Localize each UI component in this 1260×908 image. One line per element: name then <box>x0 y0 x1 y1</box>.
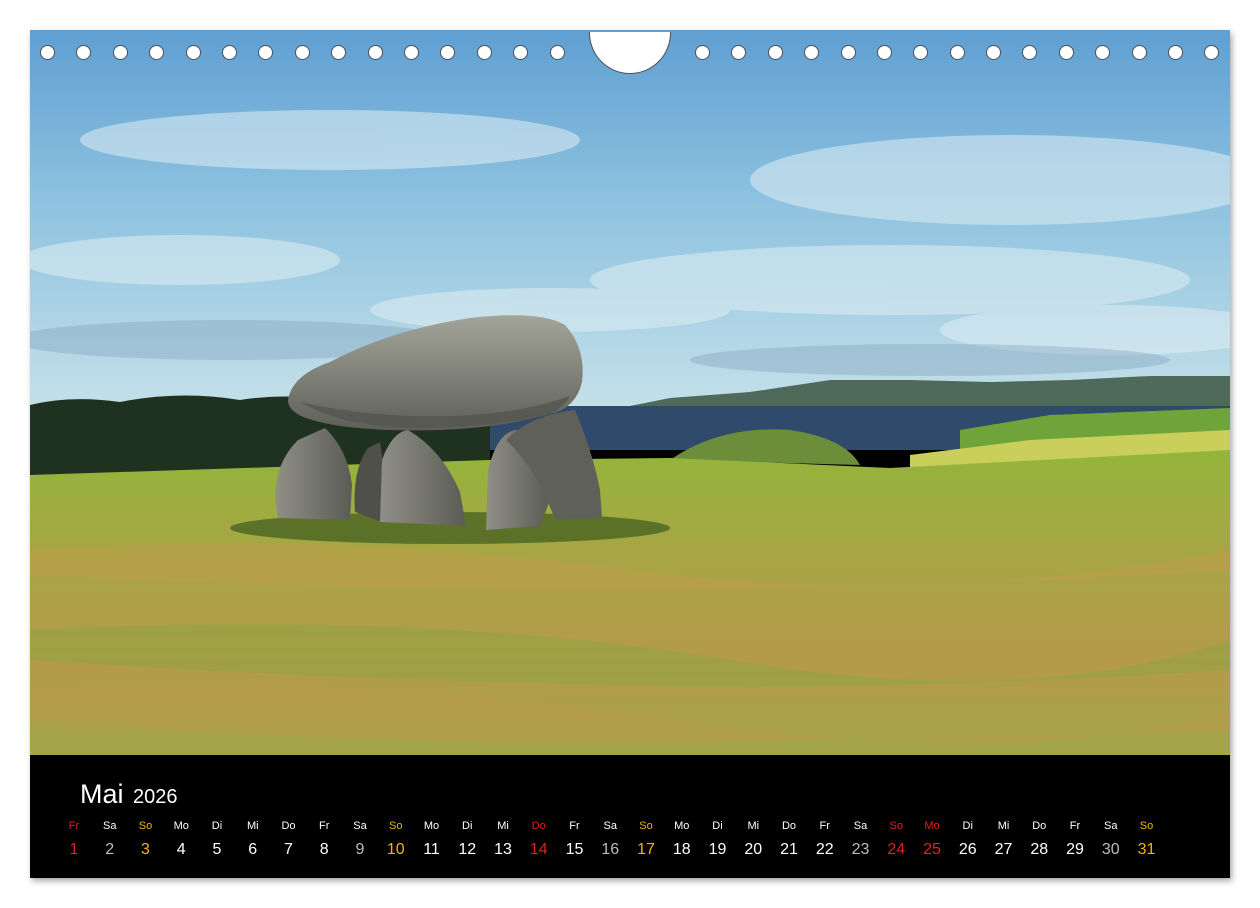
day-number: 1 <box>69 841 79 858</box>
day-number: 17 <box>637 841 655 858</box>
day-number: 12 <box>458 841 477 858</box>
weekday-abbr: Fr <box>319 820 330 832</box>
weekday-abbr: Fr <box>819 820 830 832</box>
day-number: 24 <box>887 841 906 858</box>
weekday-abbr: So <box>389 820 403 832</box>
day-number: 8 <box>319 841 329 858</box>
weekday-abbr: Do <box>1032 820 1047 832</box>
weekday-abbr: Do <box>531 820 546 832</box>
weekday-abbr: So <box>138 820 153 832</box>
weekday-abbr: Sa <box>853 820 868 832</box>
day-number: 30 <box>1101 841 1120 858</box>
day-number: 7 <box>284 841 293 858</box>
weekday-abbr: Do <box>781 820 797 832</box>
day-number: 14 <box>529 841 548 858</box>
weekday-abbr: Fr <box>1069 820 1081 832</box>
weekday-abbr: Sa <box>353 820 367 832</box>
weekday-abbr: So <box>1139 820 1154 832</box>
day-number: 22 <box>815 841 834 858</box>
day-number: 27 <box>994 841 1013 858</box>
day-number: 5 <box>212 841 222 858</box>
landscape-photo <box>30 30 1230 755</box>
weekday-abbr: Sa <box>103 820 117 832</box>
day-number: 28 <box>1030 841 1049 858</box>
day-number: 19 <box>708 841 727 858</box>
calendar-page: Mai 2026 Fr 1 Sa 2 So 3 Mo 4 Di 5 Mi 6 Do 7 Fr 8 Sa 9 So 10… <box>30 30 1230 878</box>
day-number: 4 <box>176 841 186 858</box>
weekday-abbr: Mi <box>997 820 1010 832</box>
weekday-abbr: Di <box>462 820 473 832</box>
day-number: 18 <box>672 841 691 858</box>
day-number: 11 <box>423 841 440 858</box>
calendar-strip: Mai 2026 Fr 1 Sa 2 So 3 Mo 4 Di 5 Mi 6 Do 7 Fr 8 Sa 9 So 10… <box>30 755 1230 878</box>
day-number: 16 <box>601 841 620 858</box>
weekday-abbr: Fr <box>569 820 580 832</box>
day-number: 23 <box>851 841 870 858</box>
weekday-abbr: So <box>889 820 903 832</box>
day-number: 9 <box>355 841 365 858</box>
day-number: 29 <box>1066 841 1084 858</box>
weekday-abbr: Sa <box>603 820 617 832</box>
weekday-abbr: Do <box>281 820 296 832</box>
day-number: 25 <box>923 841 941 858</box>
weekday-abbr: Mi <box>246 820 259 832</box>
weekday-abbr: Mo <box>674 820 690 832</box>
day-number: 10 <box>386 841 405 858</box>
weekday-abbr: Sa <box>1104 820 1118 832</box>
day-number: 15 <box>565 841 584 858</box>
weekday-abbr: Di <box>962 820 973 832</box>
dolmen-landscape-image <box>30 30 1230 755</box>
day-number: 26 <box>958 841 977 858</box>
weekday-abbr: Di <box>712 820 723 832</box>
day-number: 13 <box>494 841 512 858</box>
weekday-abbr: Mi <box>747 820 760 832</box>
day-number: 3 <box>141 841 150 858</box>
weekday-abbr: Mo <box>173 820 189 832</box>
weekday-abbr: Di <box>211 820 223 832</box>
day-number: 20 <box>744 841 763 858</box>
weekday-abbr: Mo <box>423 820 440 832</box>
day-row: Fr 1 Sa 2 So 3 Mo 4 Di 5 Mi 6 Do 7 Fr 8 Sa 9 So 10 Mo 11 Di 12 M… <box>30 755 1230 878</box>
day-number: 6 <box>248 841 258 858</box>
day-number: 21 <box>780 841 798 858</box>
day-number: 2 <box>105 841 115 858</box>
weekday-abbr: So <box>639 820 653 832</box>
weekday-abbr: Mo <box>924 820 940 832</box>
weekday-abbr: Mi <box>497 820 509 832</box>
day-number: 31 <box>1137 841 1156 858</box>
weekday-abbr: Fr <box>68 820 80 832</box>
